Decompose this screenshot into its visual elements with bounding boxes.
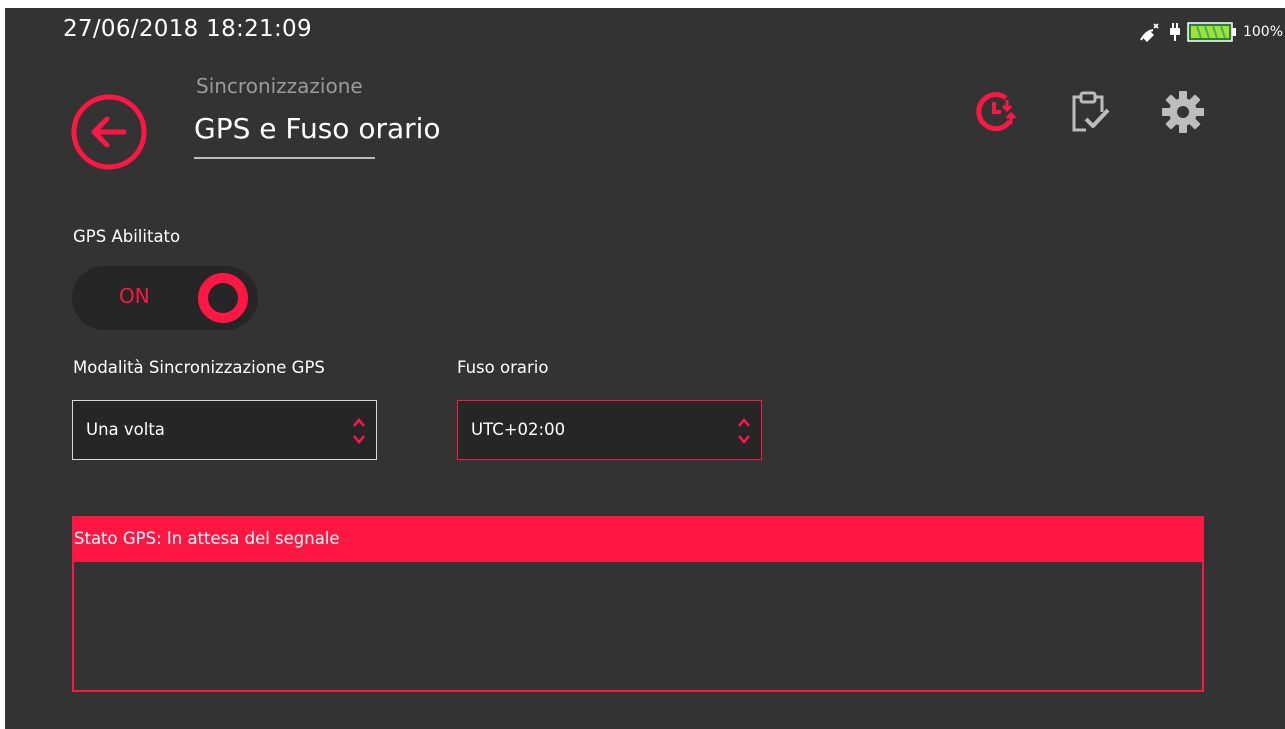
arrow-left-circle-icon: [71, 94, 147, 170]
gear-icon: [1162, 91, 1204, 133]
sync-mode-select[interactable]: Una volta: [72, 400, 377, 460]
clipboard-check-button[interactable]: [1066, 88, 1114, 136]
timezone-select[interactable]: UTC+02:00: [457, 400, 762, 460]
gps-status-text: Stato GPS: In attesa del segnale: [74, 529, 340, 548]
battery-percent: 100%: [1242, 24, 1283, 40]
sync-mode-label: Modalità Sincronizzazione GPS: [73, 358, 325, 377]
gps-enabled-toggle[interactable]: ON: [72, 266, 258, 330]
status-icons: 100%: [1139, 22, 1283, 42]
page-subtitle: Sincronizzazione: [196, 74, 363, 98]
settings-button[interactable]: [1159, 88, 1207, 136]
charging-plug-icon: [1169, 23, 1180, 41]
status-datetime: 27/06/2018 18:21:09: [63, 16, 312, 42]
gps-status-panel: Stato GPS: In attesa del segnale: [72, 516, 1204, 692]
clock-sync-icon: [976, 92, 1017, 132]
satellite-off-icon: [1140, 23, 1159, 42]
page-title: GPS e Fuso orario: [194, 112, 441, 145]
timezone-label: Fuso orario: [457, 358, 549, 377]
clipboard-check-icon: [1072, 91, 1110, 132]
battery-icon: [1187, 22, 1236, 42]
sync-mode-value: Una volta: [86, 420, 165, 439]
app-screen: 27/06/2018 18:21:09 100% Sincronizzazion…: [5, 8, 1285, 729]
clock-sync-button[interactable]: [973, 88, 1021, 136]
back-button[interactable]: [69, 92, 149, 172]
toggle-knob: [198, 273, 248, 323]
updown-chevron-icon: [738, 418, 750, 444]
updown-chevron-icon: [353, 418, 365, 444]
gps-enabled-label: GPS Abilitato: [73, 227, 181, 246]
toggle-state-label: ON: [119, 284, 150, 308]
gps-status-header: Stato GPS: In attesa del segnale: [74, 518, 1202, 562]
title-underline: [194, 157, 375, 159]
timezone-value: UTC+02:00: [471, 420, 566, 439]
